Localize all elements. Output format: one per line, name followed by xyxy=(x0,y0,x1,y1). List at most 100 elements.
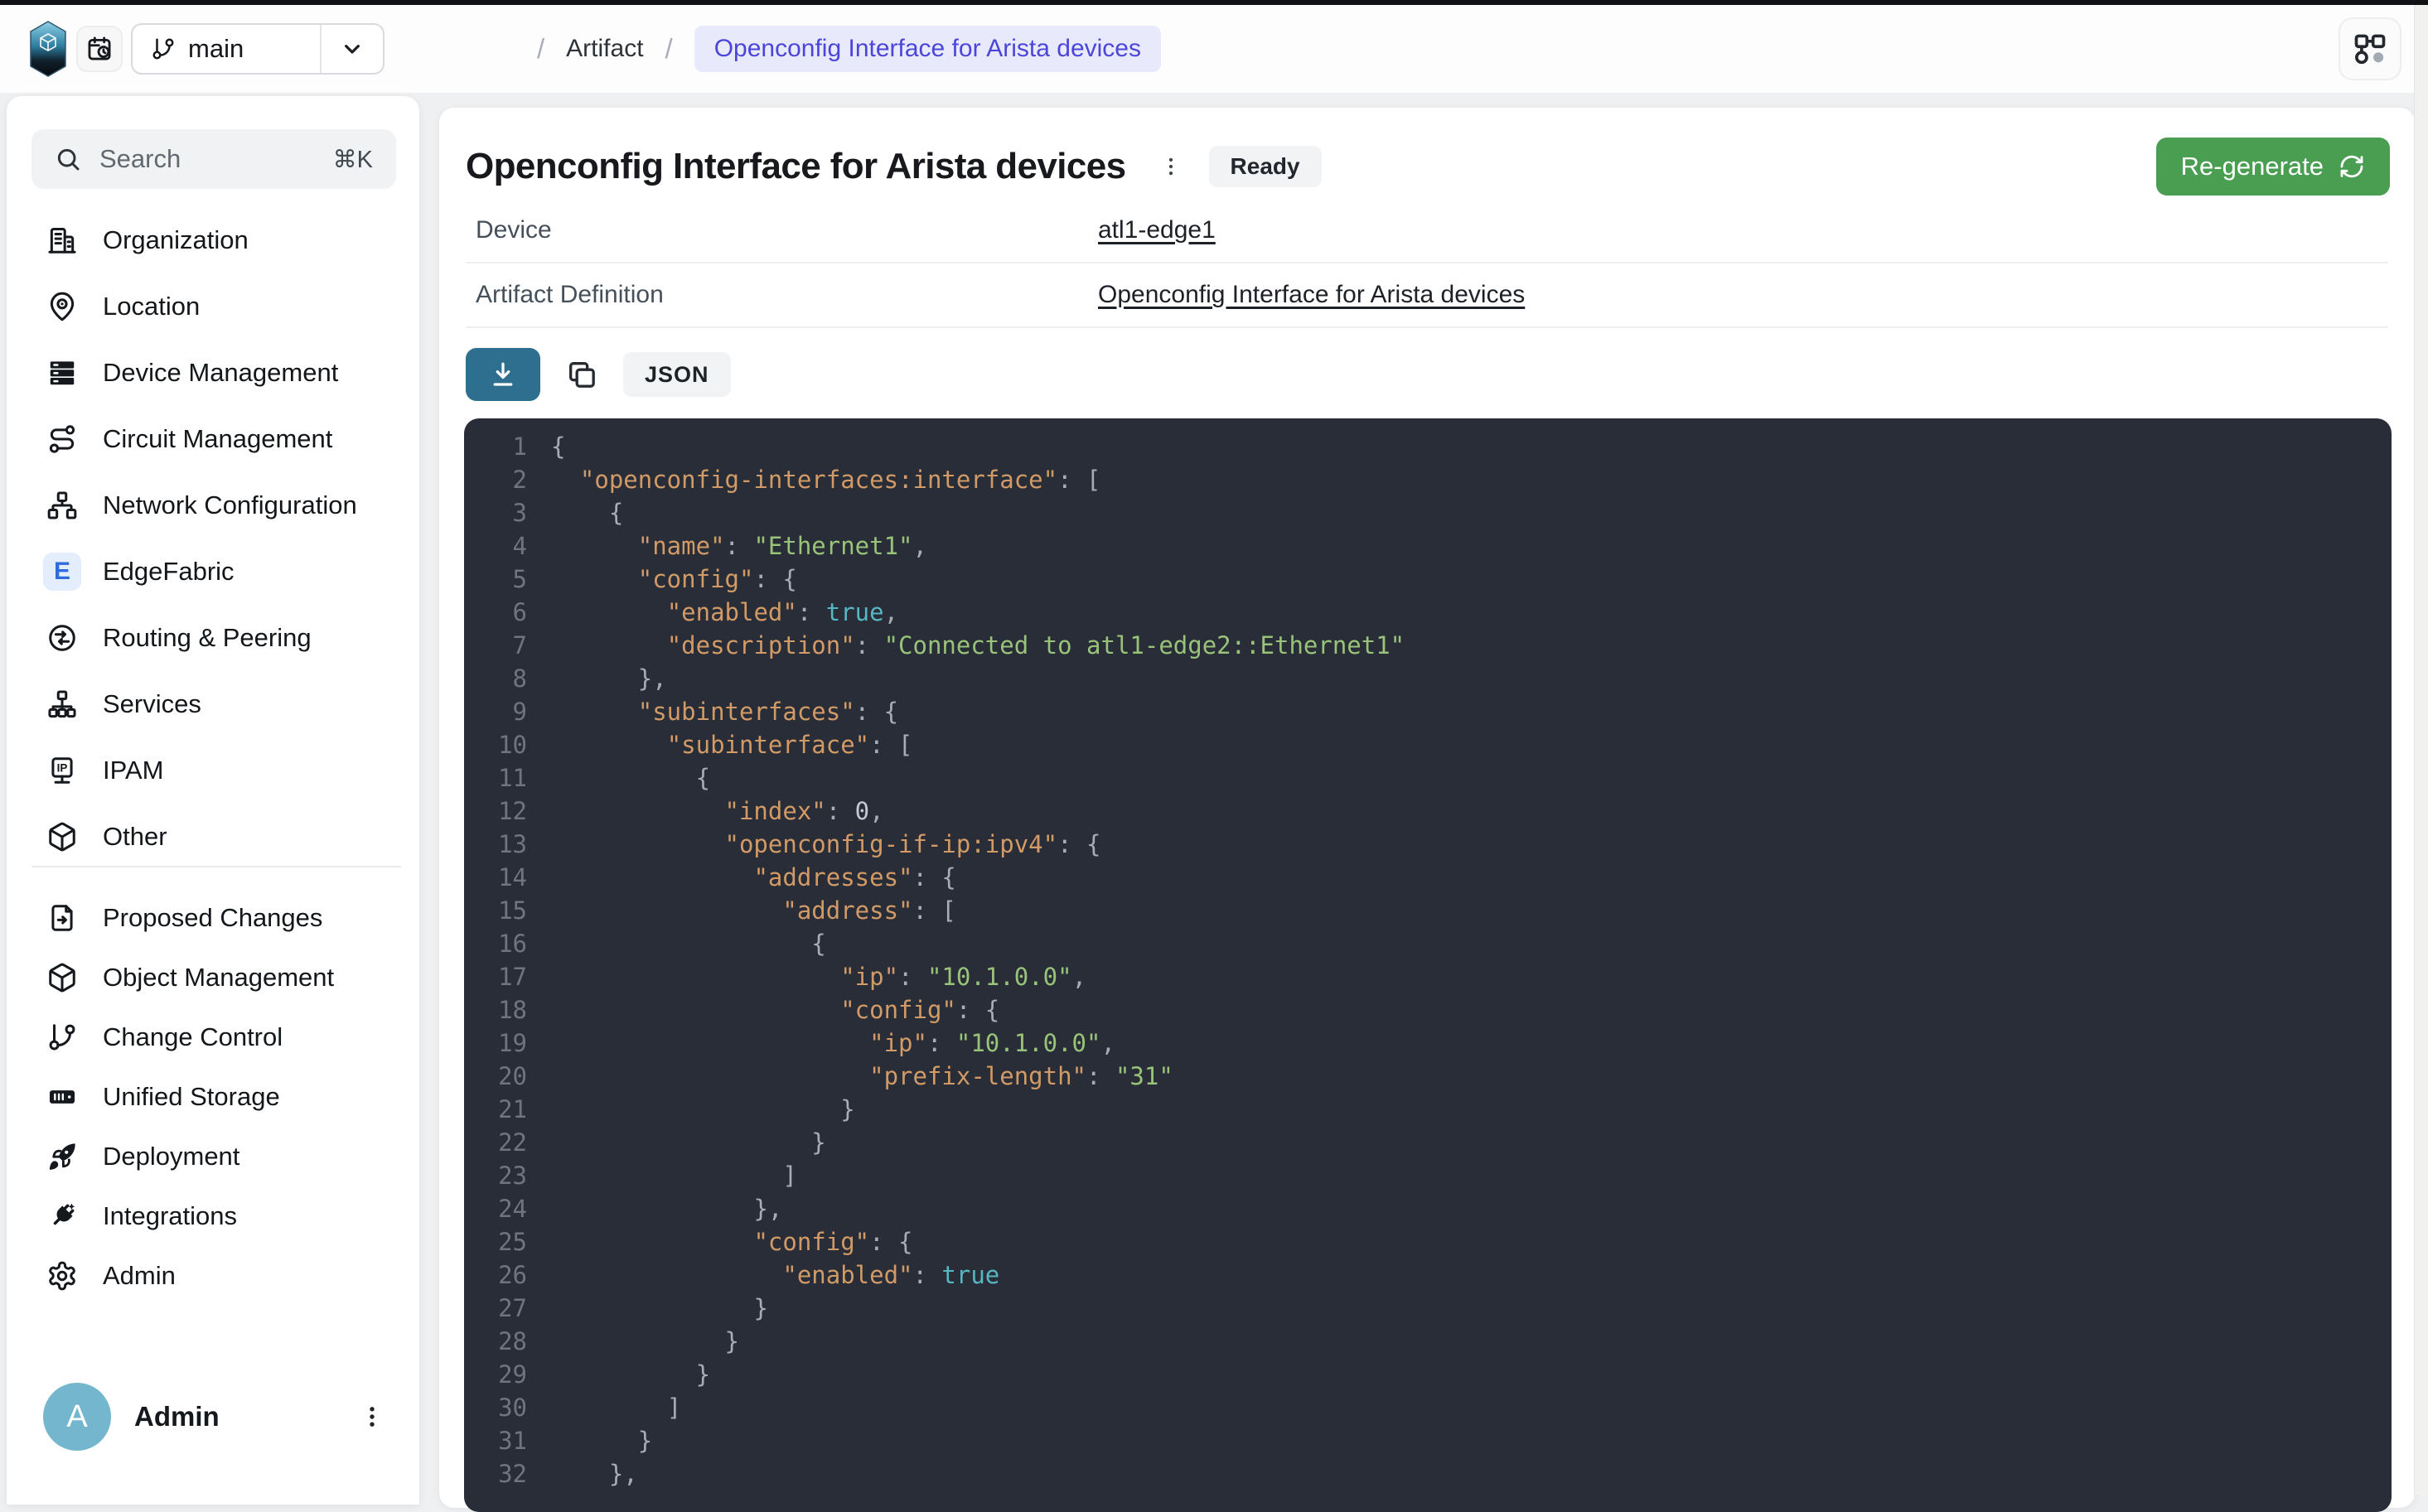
user-menu[interactable]: A Admin xyxy=(43,1382,386,1452)
gear-icon xyxy=(43,1257,81,1295)
search-shortcut: ⌘K xyxy=(333,145,373,174)
search-icon xyxy=(55,146,81,172)
breadcrumb: / Artifact / Openconfig Interface for Ar… xyxy=(537,5,1161,93)
sidebar-item-change-control[interactable]: Change Control xyxy=(7,1007,419,1067)
sidebar-item-network-configuration[interactable]: Network Configuration xyxy=(7,472,419,539)
code-line: 20 "prefix-length": "31" xyxy=(464,1060,2392,1093)
code-line: 18 "config": { xyxy=(464,993,2392,1027)
code-line: 7 "description": "Connected to atl1-edge… xyxy=(464,629,2392,662)
line-content: } xyxy=(551,1427,652,1455)
field-value-link[interactable]: atl1-edge1 xyxy=(1098,216,1216,244)
sidebar-divider xyxy=(31,866,401,867)
refresh-icon xyxy=(2339,153,2365,180)
artifact-panel: Openconfig Interface for Arista devices … xyxy=(439,108,2415,1508)
line-number: 26 xyxy=(464,1258,527,1292)
sidebar-item-object-management[interactable]: Object Management xyxy=(7,948,419,1007)
line-content: { xyxy=(551,499,623,527)
sidebar-item-routing-peering[interactable]: Routing & Peering xyxy=(7,605,419,671)
code-line: 14 "addresses": { xyxy=(464,861,2392,894)
edgefabric-badge: E xyxy=(43,553,81,591)
sidebar-item-label: IPAM xyxy=(103,756,164,785)
sidebar-item-other[interactable]: Other xyxy=(7,804,419,870)
sidebar-item-label: Other xyxy=(103,822,167,852)
breadcrumb-item-current[interactable]: Openconfig Interface for Arista devices xyxy=(694,26,1161,72)
code-line: 16 { xyxy=(464,927,2392,960)
code-line: 19 "ip": "10.1.0.0", xyxy=(464,1027,2392,1060)
breadcrumb-separator: / xyxy=(537,33,544,65)
code-line: 26 "enabled": true xyxy=(464,1258,2392,1292)
user-kebab-icon[interactable] xyxy=(358,1403,386,1431)
sidebar-item-label: Change Control xyxy=(103,1022,283,1052)
breadcrumb-item-artifact[interactable]: Artifact xyxy=(566,35,643,63)
line-number: 6 xyxy=(464,596,527,629)
branch-name: main xyxy=(188,34,244,64)
branch-selector-value[interactable]: main xyxy=(133,25,320,73)
status-badge: Ready xyxy=(1209,146,1322,187)
page-scrollbar[interactable] xyxy=(2414,5,2428,1495)
line-number: 14 xyxy=(464,861,527,894)
code-line: 28 } xyxy=(464,1325,2392,1358)
code-viewer[interactable]: 1{2 "openconfig-interfaces:interface": [… xyxy=(464,418,2392,1512)
calendar-clock-button[interactable] xyxy=(76,26,123,72)
sidebar-item-services[interactable]: Services xyxy=(7,671,419,737)
code-line: 31 } xyxy=(464,1424,2392,1457)
copy-icon xyxy=(565,358,598,391)
line-number: 31 xyxy=(464,1424,527,1457)
line-number: 30 xyxy=(464,1391,527,1424)
code-line: 22 } xyxy=(464,1126,2392,1159)
sidebar-item-label: Deployment xyxy=(103,1142,239,1171)
code-line: 30 ] xyxy=(464,1391,2392,1424)
line-number: 7 xyxy=(464,629,527,662)
sidebar-item-deployment[interactable]: Deployment xyxy=(7,1127,419,1186)
sidebar-item-location[interactable]: Location xyxy=(7,273,419,340)
line-content: "openconfig-if-ip:ipv4": { xyxy=(551,830,1100,858)
app-logo-icon[interactable] xyxy=(30,21,66,77)
code-line: 13 "openconfig-if-ip:ipv4": { xyxy=(464,828,2392,861)
sidebar-item-label: Admin xyxy=(103,1261,176,1291)
sidebar-item-label: Routing & Peering xyxy=(103,623,312,653)
sidebar-item-label: Proposed Changes xyxy=(103,903,322,933)
copy-button[interactable] xyxy=(563,348,600,401)
sidebar-item-ipam[interactable]: IPIPAM xyxy=(7,737,419,804)
sidebar-item-edgefabric[interactable]: EEdgeFabric xyxy=(7,539,419,605)
sidebar-item-unified-storage[interactable]: Unified Storage xyxy=(7,1067,419,1127)
sidebar-item-device-management[interactable]: Device Management xyxy=(7,340,419,406)
sidebar-item-organization[interactable]: Organization xyxy=(7,207,419,273)
regenerate-button[interactable]: Re-generate xyxy=(2156,138,2390,196)
line-number: 21 xyxy=(464,1093,527,1126)
line-content: "enabled": true, xyxy=(551,598,898,626)
sidebar-item-integrations[interactable]: Integrations xyxy=(7,1186,419,1246)
line-number: 32 xyxy=(464,1457,527,1490)
sidebar-item-admin[interactable]: Admin xyxy=(7,1246,419,1306)
search-input[interactable]: Search ⌘K xyxy=(31,129,396,189)
search-placeholder: Search xyxy=(99,144,315,174)
artifact-fields: Deviceatl1-edge1Artifact DefinitionOpenc… xyxy=(466,199,2388,328)
line-content: "config": { xyxy=(551,565,797,593)
field-value-link[interactable]: Openconfig Interface for Arista devices xyxy=(1098,281,1525,309)
branch-selector[interactable]: main xyxy=(131,23,385,75)
route-icon xyxy=(43,420,81,458)
field-row-device: Deviceatl1-edge1 xyxy=(466,199,2388,263)
line-content: "prefix-length": "31" xyxy=(551,1062,1173,1090)
line-content: "index": 0, xyxy=(551,797,884,825)
sidebar-item-label: Object Management xyxy=(103,963,334,993)
download-button[interactable] xyxy=(466,348,540,401)
line-number: 23 xyxy=(464,1159,527,1192)
line-content: "enabled": true xyxy=(551,1261,999,1289)
plug-icon xyxy=(43,1197,81,1235)
title-kebab-icon[interactable] xyxy=(1154,154,1187,179)
line-content: "subinterface": [ xyxy=(551,731,913,759)
git-branch-icon xyxy=(43,1018,81,1056)
line-number: 3 xyxy=(464,496,527,529)
topology-view-button[interactable] xyxy=(2339,17,2401,80)
code-line: 17 "ip": "10.1.0.0", xyxy=(464,960,2392,993)
code-line: 3 { xyxy=(464,496,2392,529)
sidebar-item-circuit-management[interactable]: Circuit Management xyxy=(7,406,419,472)
code-line: 25 "config": { xyxy=(464,1225,2392,1258)
topbar: main / Artifact / Openconfig Interface f… xyxy=(0,5,2428,93)
sidebar-item-proposed-changes[interactable]: Proposed Changes xyxy=(7,888,419,948)
branch-dropdown-toggle[interactable] xyxy=(320,25,383,73)
line-content: ] xyxy=(551,1394,681,1422)
code-line: 23 ] xyxy=(464,1159,2392,1192)
artifact-actions: JSON xyxy=(466,348,731,401)
